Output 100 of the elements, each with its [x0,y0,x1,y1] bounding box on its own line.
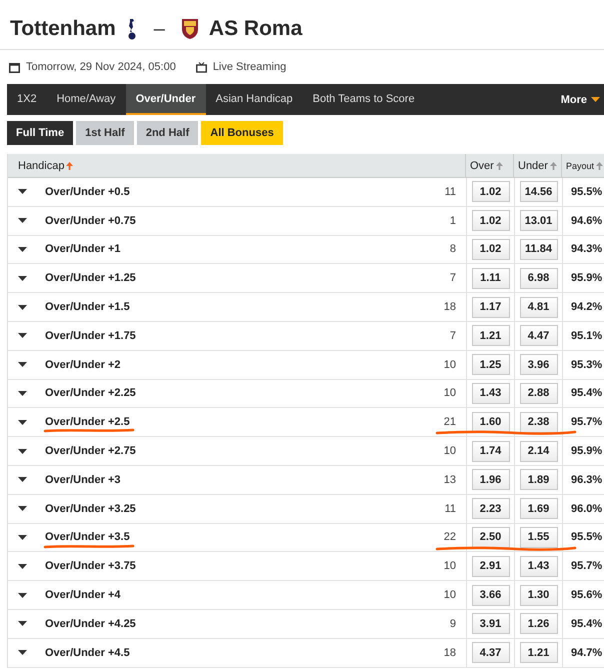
expand-caret-icon[interactable] [18,362,27,368]
under-odds-button[interactable]: 1.26 [520,613,558,634]
expand-caret-icon[interactable] [18,650,27,656]
handicap-label: Over/Under +3.25 [45,502,136,515]
under-odds-button[interactable]: 1.30 [520,584,558,606]
period-tab[interactable]: 1st Half [76,121,134,145]
period-tab[interactable]: Full Time [7,121,74,145]
expand-caret-icon[interactable] [18,564,27,569]
sort-arrow-icon [496,162,503,170]
over-odds-button[interactable]: 1.60 [472,412,510,433]
over-odds-button[interactable]: 1.43 [472,382,510,404]
handicap-label: Over/Under +1.75 [45,330,136,342]
payout-cell: 94.6% [562,206,604,235]
under-odds-button[interactable]: 1.55 [520,526,558,548]
handicap-label: Over/Under +4.25 [45,618,136,630]
under-odds-button[interactable]: 1.69 [520,498,558,520]
sort-arrow-icon [550,162,557,170]
handicap-label: Over/Under +1.5 [45,301,130,314]
expand-caret-icon[interactable] [18,420,27,425]
over-odds-button[interactable]: 2.23 [472,498,510,520]
market-tab[interactable]: Both Teams to Score [302,84,425,115]
under-odds-button[interactable]: 6.98 [520,268,558,289]
period-tab[interactable]: 2nd Half [136,121,198,145]
expand-caret-icon[interactable] [18,276,27,281]
expand-caret-icon[interactable] [18,592,27,598]
tv-icon [196,62,207,72]
payout-cell: 94.2% [562,293,604,321]
expand-caret-icon[interactable] [18,189,27,194]
under-odds-button[interactable]: 11.84 [520,238,558,260]
payout-cell: 95.3% [562,350,604,379]
payout-cell: 95.9% [562,437,604,465]
versus-dash: – [154,18,165,40]
payout-cell: 95.7% [562,408,604,436]
expand-caret-icon[interactable] [18,246,27,252]
over-odds-button[interactable]: 1.11 [472,268,510,289]
over-odds-button[interactable]: 2.50 [472,526,510,548]
market-tab[interactable]: Asian Handicap [206,84,303,115]
over-odds-button[interactable]: 1.25 [472,354,510,376]
market-tab[interactable]: Home/Away [46,84,126,115]
over-odds-button[interactable]: 3.66 [472,584,510,606]
handicap-label: Over/Under +1.25 [45,272,136,284]
match-date: Tomorrow, 29 Nov 2024, 05:00 [26,61,176,73]
column-header[interactable]: Handicap [8,154,466,177]
bookmaker-count: 7 [450,272,456,284]
expand-caret-icon[interactable] [18,390,27,396]
over-odds-button[interactable]: 4.37 [472,642,510,664]
live-streaming-link[interactable]: Live Streaming [212,61,286,73]
under-odds-button[interactable]: 3.96 [520,354,558,376]
over-odds-button[interactable]: 2.91 [472,556,510,577]
handicap-label: Over/Under +4.5 [45,646,130,659]
over-odds-button[interactable]: 1.21 [472,325,510,346]
bookmaker-count: 10 [444,589,456,602]
under-odds-button[interactable]: 13.01 [520,210,558,232]
caret-icon [591,97,600,102]
market-tab[interactable]: Over/Under [126,84,206,115]
payout-cell: 95.1% [562,322,604,350]
over-odds-button[interactable]: 1.96 [472,469,510,490]
under-odds-button[interactable]: 2.88 [520,382,558,404]
bookmaker-count: 13 [444,474,456,486]
payout-cell: 96.3% [562,466,604,494]
under-odds-button[interactable]: 2.14 [520,440,558,462]
expand-caret-icon[interactable] [18,621,27,626]
over-odds-button[interactable]: 3.91 [472,613,510,634]
expand-caret-icon[interactable] [18,534,27,540]
bookmaker-count: 10 [444,358,456,371]
over-odds-button[interactable]: 1.02 [472,210,510,232]
over-odds-button[interactable]: 1.02 [472,181,510,202]
payout-cell: 95.5% [562,524,604,552]
expand-caret-icon[interactable] [18,218,27,224]
bookmaker-count: 7 [450,330,456,342]
bookmaker-count: 1 [450,214,456,227]
bookmaker-count: 11 [444,186,456,198]
under-odds-button[interactable]: 2.38 [520,412,558,433]
handicap-label: Over/Under +3 [45,474,121,486]
period-tab[interactable]: All Bonuses [201,121,283,145]
column-header[interactable]: Payout [562,154,604,177]
under-odds-button[interactable]: 1.89 [520,469,558,490]
under-odds-button[interactable]: 4.47 [520,325,558,346]
under-odds-button[interactable]: 1.21 [520,642,558,664]
more-button[interactable]: More [552,84,604,115]
bookmaker-count: 18 [444,301,456,314]
under-odds-button[interactable]: 1.43 [520,556,558,577]
expand-caret-icon[interactable] [18,304,27,310]
over-odds-button[interactable]: 1.02 [472,238,510,260]
bookmaker-count: 10 [444,387,456,400]
column-header[interactable]: Under [514,154,562,177]
over-odds-button[interactable]: 1.74 [472,440,510,462]
handicap-label: Over/Under +3.5 [45,531,130,544]
bookmaker-count: 9 [450,618,456,630]
column-header[interactable]: Over [466,154,514,177]
sort-arrow-icon [66,162,74,170]
expand-caret-icon[interactable] [18,477,27,482]
expand-caret-icon[interactable] [18,333,27,338]
under-odds-button[interactable]: 14.56 [520,181,558,202]
market-tab[interactable]: 1X2 [7,84,47,115]
over-odds-button[interactable]: 1.17 [472,296,510,318]
expand-caret-icon[interactable] [18,448,27,454]
handicap-label: Over/Under +1 [45,243,121,256]
under-odds-button[interactable]: 4.81 [520,296,558,318]
expand-caret-icon[interactable] [18,506,27,512]
